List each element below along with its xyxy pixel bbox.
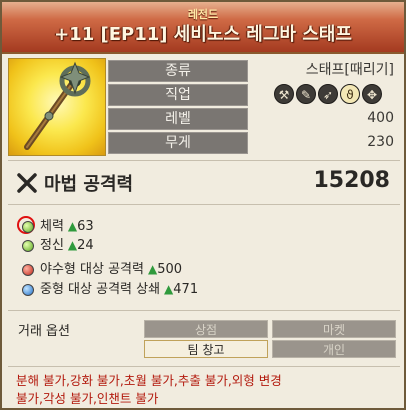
crossed-swords-icon <box>17 173 37 193</box>
level-label: 레벨 <box>108 108 248 130</box>
class-icon-4: ϑ <box>340 84 360 104</box>
attribute-name: 중형 대상 공격력 상쇄 <box>40 282 161 297</box>
attack-label: 마법 공격력 <box>44 174 134 195</box>
attribute-row: 중형 대상 공격력 상쇄 ▲471 <box>22 280 198 298</box>
weight-label: 무게 <box>108 132 248 154</box>
divider <box>8 310 400 311</box>
item-tooltip: 레전드 +11 [EP11] 세비노스 레그바 스태프 종류 스태프[때리기] … <box>0 0 406 410</box>
attribute-name: 체력 <box>40 219 64 234</box>
increase-arrow-icon: ▲ <box>67 219 78 233</box>
attribute-name: 정신 <box>40 238 64 253</box>
weight-value: 230 <box>367 134 394 150</box>
class-icons: ⚒ ✎ ➶ ϑ ✥ <box>274 84 384 106</box>
tooltip-header: 레전드 +11 [EP11] 세비노스 레그바 스태프 <box>2 2 404 54</box>
trade-shop: 상점 <box>144 320 268 338</box>
increase-arrow-icon: ▲ <box>164 282 174 296</box>
trade-personal: 개인 <box>272 340 396 358</box>
attribute-row: 체력 ▲63 <box>22 217 94 235</box>
attribute-value: 24 <box>77 238 94 253</box>
trade-options-grid: 상점 마켓 팀 창고 개인 <box>144 320 396 360</box>
restrictions-line: 불가,각성 불가,인챈트 불가 <box>16 391 159 406</box>
restrictions-text: 분해 불가,강화 불가,초월 불가,추출 불가,외형 변경 불가,각성 불가,인… <box>16 372 396 408</box>
item-name: +11 [EP11] 세비노스 레그바 스태프 <box>54 24 352 45</box>
trade-options-label: 거래 옵션 <box>18 324 70 339</box>
attack-value: 15208 <box>313 168 390 193</box>
blue-gem-icon <box>22 283 34 296</box>
divider <box>8 204 400 205</box>
increase-arrow-icon: ▲ <box>147 262 158 276</box>
class-icon-3: ➶ <box>318 84 338 104</box>
type-label: 종류 <box>108 60 248 82</box>
type-value: 스태프[때리기] <box>305 62 394 78</box>
class-icon-1: ⚒ <box>274 84 294 104</box>
item-icon-staff <box>8 58 106 156</box>
attribute-row: 정신 ▲24 <box>22 236 94 254</box>
trade-team-storage: 팀 창고 <box>144 340 268 358</box>
level-value: 400 <box>367 110 394 126</box>
increase-arrow-icon: ▲ <box>67 238 78 252</box>
divider <box>8 366 400 367</box>
green-gem-icon <box>22 239 34 252</box>
attribute-row: 야수형 대상 공격력 ▲500 <box>22 260 182 278</box>
attribute-value: 500 <box>157 262 183 277</box>
class-icon-5: ✥ <box>362 84 382 104</box>
class-icon-2: ✎ <box>296 84 316 104</box>
green-gem-icon <box>22 220 34 233</box>
red-gem-icon <box>22 263 34 276</box>
restrictions-line: 분해 불가,강화 불가,초월 불가,추출 불가,외형 변경 <box>16 373 282 388</box>
class-label: 직업 <box>108 84 248 106</box>
attribute-value: 63 <box>77 219 94 234</box>
attribute-name: 야수형 대상 공격력 <box>40 262 144 277</box>
attribute-value: 471 <box>173 282 199 297</box>
trade-market: 마켓 <box>272 320 396 338</box>
divider <box>8 160 400 161</box>
